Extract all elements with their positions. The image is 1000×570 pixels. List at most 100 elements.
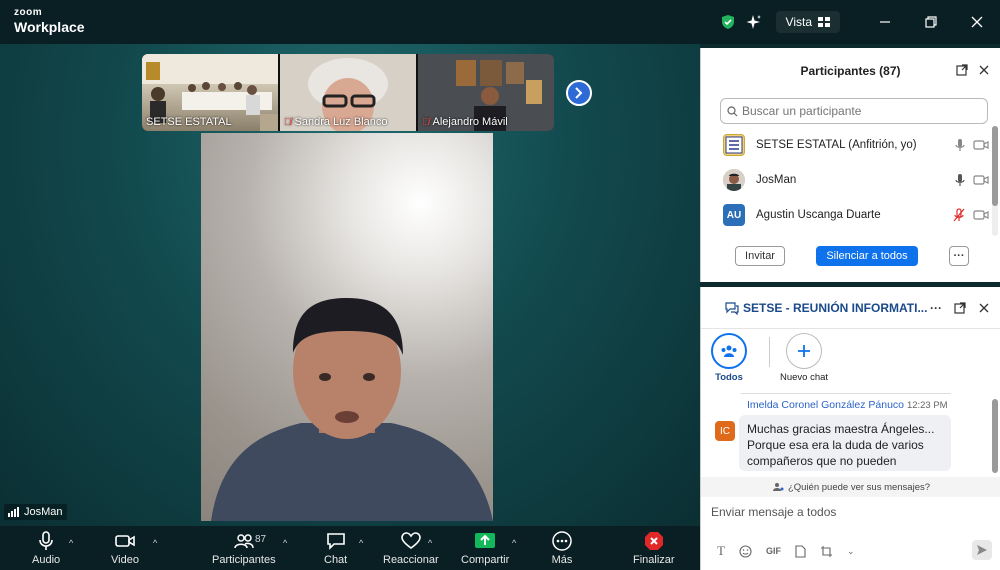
- sender-avatar: IC: [715, 421, 735, 441]
- chat-bubble-icon: [326, 533, 345, 550]
- plus-icon: [798, 345, 811, 357]
- mute-all-button[interactable]: Silenciar a todos: [816, 246, 918, 266]
- audio-button[interactable]: Audio: [32, 530, 60, 566]
- invite-button[interactable]: Invitar: [735, 246, 785, 266]
- video-button[interactable]: Video: [111, 530, 139, 566]
- more-dots-icon: [552, 531, 572, 551]
- speaker-name-tag: JosMan: [4, 504, 67, 520]
- thumbnail-label: 🎙̸ Sandra Luz Blanco: [284, 116, 387, 128]
- share-button[interactable]: Compartir: [461, 530, 509, 566]
- screenshot-icon[interactable]: [820, 545, 833, 558]
- user-photo: [723, 169, 745, 191]
- divider: [741, 393, 951, 394]
- setse-logo-icon: [725, 136, 743, 154]
- close-icon: [971, 16, 983, 28]
- participant-row[interactable]: AU Agustin Uscanga Duarte: [723, 202, 989, 228]
- video-camera-icon[interactable]: [973, 139, 989, 151]
- zoom-logo: zoom Workplace: [14, 8, 85, 35]
- react-button[interactable]: Reaccionar: [383, 530, 439, 566]
- audio-options-caret[interactable]: ^: [69, 538, 73, 548]
- people-eye-icon: [772, 483, 784, 491]
- participants-title: Participantes (87): [800, 64, 901, 78]
- thumbnail-video[interactable]: SETSE ESTATAL: [142, 54, 278, 131]
- participants-panel: Participantes (87) SETSE ESTATAL (Anfitr…: [700, 48, 1000, 282]
- avatar: [723, 134, 745, 156]
- send-button[interactable]: [972, 540, 992, 560]
- search-input[interactable]: [742, 104, 972, 118]
- chat-header: SETSE - REUNIÓN INFORMATI... ···: [701, 287, 1000, 329]
- participant-row[interactable]: SETSE ESTATAL (Anfitrión, yo): [723, 132, 989, 158]
- avatar: AU: [723, 204, 745, 226]
- mic-muted-icon: 🎙̸: [284, 116, 292, 128]
- message-sender[interactable]: Imelda Coronel González Pánuco: [747, 399, 904, 411]
- heart-icon: [401, 532, 421, 549]
- more-button[interactable]: Más: [551, 530, 573, 566]
- participants-count: 87: [255, 534, 267, 545]
- speaker-name: JosMan: [24, 506, 63, 518]
- pop-out-icon[interactable]: [956, 64, 968, 76]
- participant-search[interactable]: [720, 98, 988, 124]
- react-options-caret[interactable]: ^: [428, 538, 432, 548]
- minimize-icon: [880, 21, 890, 23]
- participant-row[interactable]: JosMan: [723, 167, 989, 193]
- format-text-icon[interactable]: T: [717, 543, 725, 559]
- thumbnail-label: 🎙̸ Alejandro Mávil: [422, 116, 508, 128]
- thumbnail-video[interactable]: 🎙̸ Sandra Luz Blanco: [280, 54, 416, 131]
- video-camera-icon: [115, 535, 135, 547]
- view-button[interactable]: Vista: [775, 11, 840, 33]
- microphone-icon: [39, 531, 53, 550]
- chevron-down-icon[interactable]: ⌄: [847, 546, 855, 557]
- more-dots-icon[interactable]: ···: [930, 301, 942, 315]
- tab-todos[interactable]: Todos: [711, 333, 747, 383]
- message-input[interactable]: Enviar mensaje a todos: [711, 505, 836, 519]
- end-label: Finalizar: [633, 554, 675, 566]
- tab-new-chat[interactable]: Nuevo chat: [780, 333, 828, 383]
- emoji-icon[interactable]: [739, 544, 752, 558]
- close-icon[interactable]: [978, 64, 990, 76]
- participant-name: SETSE ESTATAL (Anfitrión, yo): [756, 139, 917, 151]
- video-camera-icon[interactable]: [973, 209, 989, 221]
- group-icon: [721, 345, 737, 357]
- chat-tabs: Todos Nuevo chat: [711, 333, 828, 383]
- tab-label: Todos: [715, 372, 743, 383]
- participants-options-caret[interactable]: ^: [283, 538, 287, 548]
- close-icon[interactable]: [978, 302, 990, 314]
- gif-icon[interactable]: GIF: [766, 546, 781, 556]
- participants-label: Participantes: [212, 554, 276, 566]
- pop-out-icon[interactable]: [954, 302, 966, 314]
- scroll-thumb[interactable]: [992, 399, 998, 473]
- microphone-icon[interactable]: [955, 173, 965, 187]
- maximize-button[interactable]: [908, 0, 954, 44]
- minimize-button[interactable]: [862, 0, 908, 44]
- mic-muted-icon[interactable]: [953, 208, 965, 222]
- avatar: [723, 169, 745, 191]
- share-options-caret[interactable]: ^: [512, 538, 516, 548]
- speaker-figure: [211, 298, 493, 521]
- thumbnail-video[interactable]: 🎙̸ Alejandro Mávil: [418, 54, 554, 131]
- scroll-thumb[interactable]: [992, 126, 998, 206]
- message-meta: Imelda Coronel González Pánuco 12:23 PM: [747, 399, 993, 411]
- video-options-caret[interactable]: ^: [153, 538, 157, 548]
- participant-name: JosMan: [756, 174, 797, 186]
- meeting-stage: SETSE ESTATAL 🎙̸ Sandra Luz Blanco 🎙̸ Alej…: [0, 44, 700, 526]
- next-page-button[interactable]: [566, 80, 592, 106]
- who-can-see-link[interactable]: ¿Quién puede ver sus mensajes?: [701, 477, 1000, 497]
- video-label: Video: [111, 554, 139, 566]
- thumbnail-strip: SETSE ESTATAL 🎙̸ Sandra Luz Blanco 🎙̸ Alej…: [142, 54, 554, 131]
- close-window-button[interactable]: [954, 0, 1000, 44]
- end-meeting-button[interactable]: Finalizar: [633, 530, 675, 566]
- grid-view-icon: [818, 17, 830, 27]
- chat-scrollbar[interactable]: [992, 399, 998, 473]
- ai-sparkle-icon[interactable]: [746, 14, 762, 30]
- participants-scrollbar[interactable]: [992, 126, 998, 236]
- chat-bubble-icon: [725, 301, 739, 315]
- microphone-icon[interactable]: [955, 138, 965, 152]
- restore-icon: [925, 16, 937, 28]
- chat-button[interactable]: Chat: [324, 530, 347, 566]
- file-icon[interactable]: [795, 544, 806, 558]
- video-camera-icon[interactable]: [973, 174, 989, 186]
- more-options-button[interactable]: ···: [949, 246, 969, 266]
- chat-options-caret[interactable]: ^: [359, 538, 363, 548]
- participants-header: Participantes (87): [701, 48, 1000, 94]
- shield-check-icon[interactable]: [720, 14, 736, 30]
